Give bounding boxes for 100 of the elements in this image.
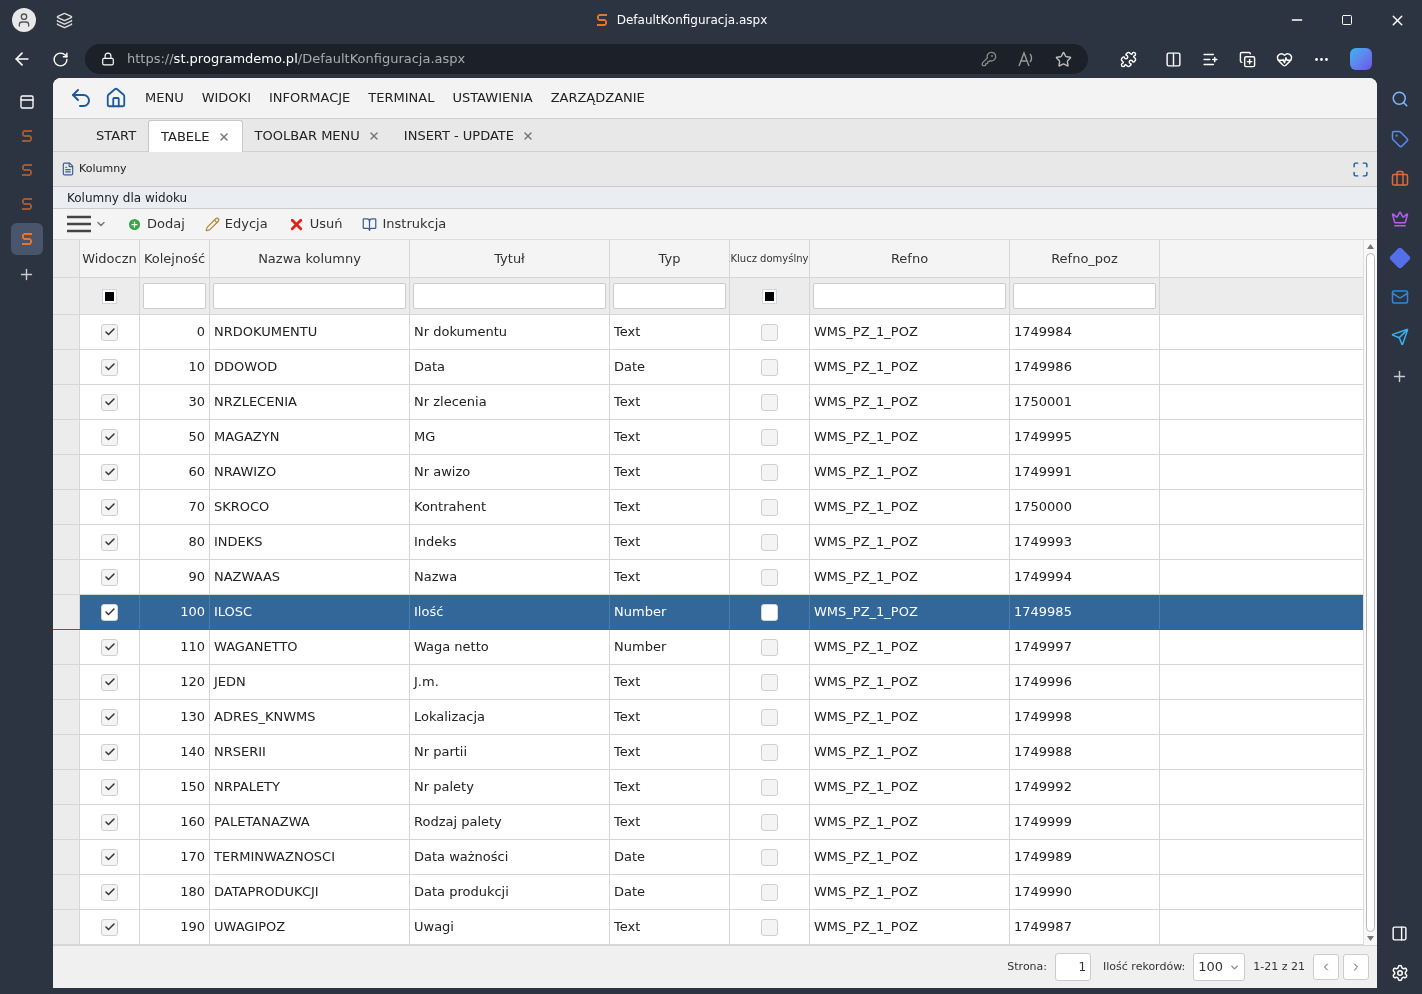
checkbox[interactable]	[101, 358, 118, 376]
scrollbar[interactable]	[1363, 240, 1377, 945]
checkbox[interactable]	[761, 673, 778, 691]
copilot-icon[interactable]	[1350, 48, 1372, 70]
nav-menu-item[interactable]: MENU	[145, 88, 184, 108]
nav-menu-item[interactable]: ZARZĄDZANIE	[550, 88, 645, 108]
checkbox[interactable]	[101, 393, 118, 411]
checkbox[interactable]	[101, 708, 118, 726]
column-header[interactable]: Widoczn	[80, 240, 140, 277]
checkbox[interactable]	[101, 848, 118, 866]
toolbar-button[interactable]: Dodaj	[127, 214, 185, 234]
checkbox[interactable]	[761, 638, 778, 656]
search-icon[interactable]	[1390, 90, 1409, 108]
checkbox[interactable]	[101, 883, 118, 901]
filter-field[interactable]	[613, 283, 726, 309]
nav-menu-item[interactable]: WIDOKI	[201, 88, 251, 108]
checkbox[interactable]	[761, 848, 778, 866]
fullscreen-icon[interactable]	[1352, 160, 1369, 178]
checkbox[interactable]	[761, 393, 778, 411]
tab[interactable]: INSERT - UPDATE	[391, 120, 546, 151]
filter-checkbox[interactable]	[102, 288, 117, 304]
checkbox[interactable]	[761, 358, 778, 376]
nav-menu-item[interactable]: USTAWIENIA	[452, 88, 533, 108]
checkbox[interactable]	[101, 918, 118, 936]
read-aloud-icon[interactable]	[1017, 50, 1035, 68]
column-header[interactable]: Nazwa kolumny	[210, 240, 410, 277]
app-logo-icon[interactable]	[19, 196, 34, 212]
scroll-down-icon[interactable]	[1367, 936, 1374, 941]
filter-field[interactable]	[213, 283, 406, 309]
filter-field[interactable]	[813, 283, 1006, 309]
checkbox[interactable]	[101, 323, 118, 341]
toolbar-button[interactable]: Usuń	[287, 214, 343, 234]
collections-icon[interactable]	[1239, 50, 1256, 68]
column-header[interactable]: Klucz domyślny	[730, 240, 810, 277]
table-row[interactable]: 50 MAGAZYN MG Text WMS_PZ_1_POZ 1749995	[53, 420, 1363, 455]
close-tab-icon[interactable]	[367, 129, 380, 142]
filter-checkbox[interactable]	[762, 288, 777, 304]
table-row[interactable]: 30 NRZLECENIA Nr zlecenia Text WMS_PZ_1_POZ 1750001	[53, 385, 1363, 420]
reload-icon[interactable]	[52, 50, 69, 68]
extensions-icon[interactable]	[1120, 50, 1137, 68]
key-icon[interactable]	[981, 51, 997, 67]
table-row[interactable]: 170 TERMINWAZNOSCI Data ważności Date WMS_PZ_1_POZ 1749989	[53, 840, 1363, 875]
add-icon[interactable]	[1391, 368, 1408, 385]
filter-field[interactable]	[1013, 283, 1156, 309]
table-row[interactable]: 190 UWAGIPOZ Uwagi Text WMS_PZ_1_POZ 1749987	[53, 910, 1363, 945]
toolbar-button[interactable]: Edycja	[204, 214, 268, 234]
maximize-icon[interactable]	[1341, 14, 1353, 26]
checkbox[interactable]	[101, 428, 118, 446]
table-row[interactable]: 10 DDOWOD Data Date WMS_PZ_1_POZ 1749986	[53, 350, 1363, 385]
table-row[interactable]: 160 PALETANAZWA Rodzaj palety Text WMS_PZ_1_POZ 1749999	[53, 805, 1363, 840]
app-logo-icon[interactable]	[594, 12, 609, 28]
checkbox[interactable]	[101, 533, 118, 551]
tab[interactable]: START	[84, 120, 149, 151]
address-bar[interactable]: https://st.programdemo.pl/DefaultKonfiguracja.aspx	[85, 44, 1088, 74]
table-row[interactable]: 90 NAZWAAS Nazwa Text WMS_PZ_1_POZ 1749994	[53, 560, 1363, 595]
checkbox[interactable]	[101, 778, 118, 796]
checkbox[interactable]	[101, 673, 118, 691]
menu-dropdown[interactable]	[67, 215, 107, 233]
toolbar-button[interactable]: Instrukcja	[362, 214, 447, 234]
table-row[interactable]: 140 NRSERII Nr partii Text WMS_PZ_1_POZ 1749988	[53, 735, 1363, 770]
column-header[interactable]: Tytuł	[410, 240, 610, 277]
checkbox[interactable]	[101, 603, 118, 621]
checkbox[interactable]	[761, 778, 778, 796]
sidebar-panel-icon[interactable]	[18, 94, 35, 110]
add-icon[interactable]	[18, 266, 35, 283]
records-dropdown[interactable]: 100	[1193, 953, 1246, 981]
scroll-up-icon[interactable]	[1367, 244, 1374, 249]
checkbox[interactable]	[761, 568, 778, 586]
table-row[interactable]: 130 ADRES_KNWMS Lokalizacja Text WMS_PZ_1_POZ 1749998	[53, 700, 1363, 735]
table-row[interactable]: 0 NRDOKUMENTU Nr dokumentu Text WMS_PZ_1_POZ 1749984	[53, 315, 1363, 350]
tabs-icon[interactable]	[56, 11, 73, 29]
briefcase-icon[interactable]	[1390, 170, 1409, 188]
checkbox[interactable]	[761, 463, 778, 481]
tab[interactable]: TOOLBAR MENU	[242, 120, 392, 151]
checkbox[interactable]	[761, 743, 778, 761]
checkbox[interactable]	[101, 638, 118, 656]
table-row[interactable]: 60 NRAWIZO Nr awizo Text WMS_PZ_1_POZ 1749991	[53, 455, 1363, 490]
close-tab-icon[interactable]	[522, 129, 534, 142]
nav-menu-item[interactable]: TERMINAL	[368, 88, 435, 108]
checkbox[interactable]	[761, 323, 778, 341]
column-header[interactable]: Refno_poz	[1010, 240, 1160, 277]
checkbox[interactable]	[101, 743, 118, 761]
page-field[interactable]: 1	[1055, 953, 1092, 981]
filter-field[interactable]	[413, 283, 606, 309]
nav-menu-item[interactable]: INFORMACJE	[268, 88, 351, 108]
table-row[interactable]: 100 ILOSC Ilość Number WMS_PZ_1_POZ 1749985	[53, 595, 1363, 630]
table-row[interactable]: 180 DATAPRODUKCJI Data produkcji Date WMS_PZ_1_POZ 1749990	[53, 875, 1363, 910]
back-arrow-icon[interactable]	[69, 86, 93, 110]
home-icon[interactable]	[105, 87, 127, 109]
tag-icon[interactable]	[1390, 130, 1409, 148]
split-screen-icon[interactable]	[1165, 50, 1182, 68]
checkbox[interactable]	[761, 428, 778, 446]
table-row[interactable]: 70 SKROCO Kontrahent Text WMS_PZ_1_POZ 1750000	[53, 490, 1363, 525]
checkbox[interactable]	[101, 813, 118, 831]
send-icon[interactable]	[1390, 328, 1409, 346]
sidebar-toggle-icon[interactable]	[1391, 925, 1408, 942]
checkbox[interactable]	[761, 918, 778, 936]
app-logo-icon[interactable]	[19, 231, 34, 247]
table-row[interactable]: 120 JEDN J.m. Text WMS_PZ_1_POZ 1749996	[53, 665, 1363, 700]
mail-icon[interactable]	[1390, 288, 1409, 306]
